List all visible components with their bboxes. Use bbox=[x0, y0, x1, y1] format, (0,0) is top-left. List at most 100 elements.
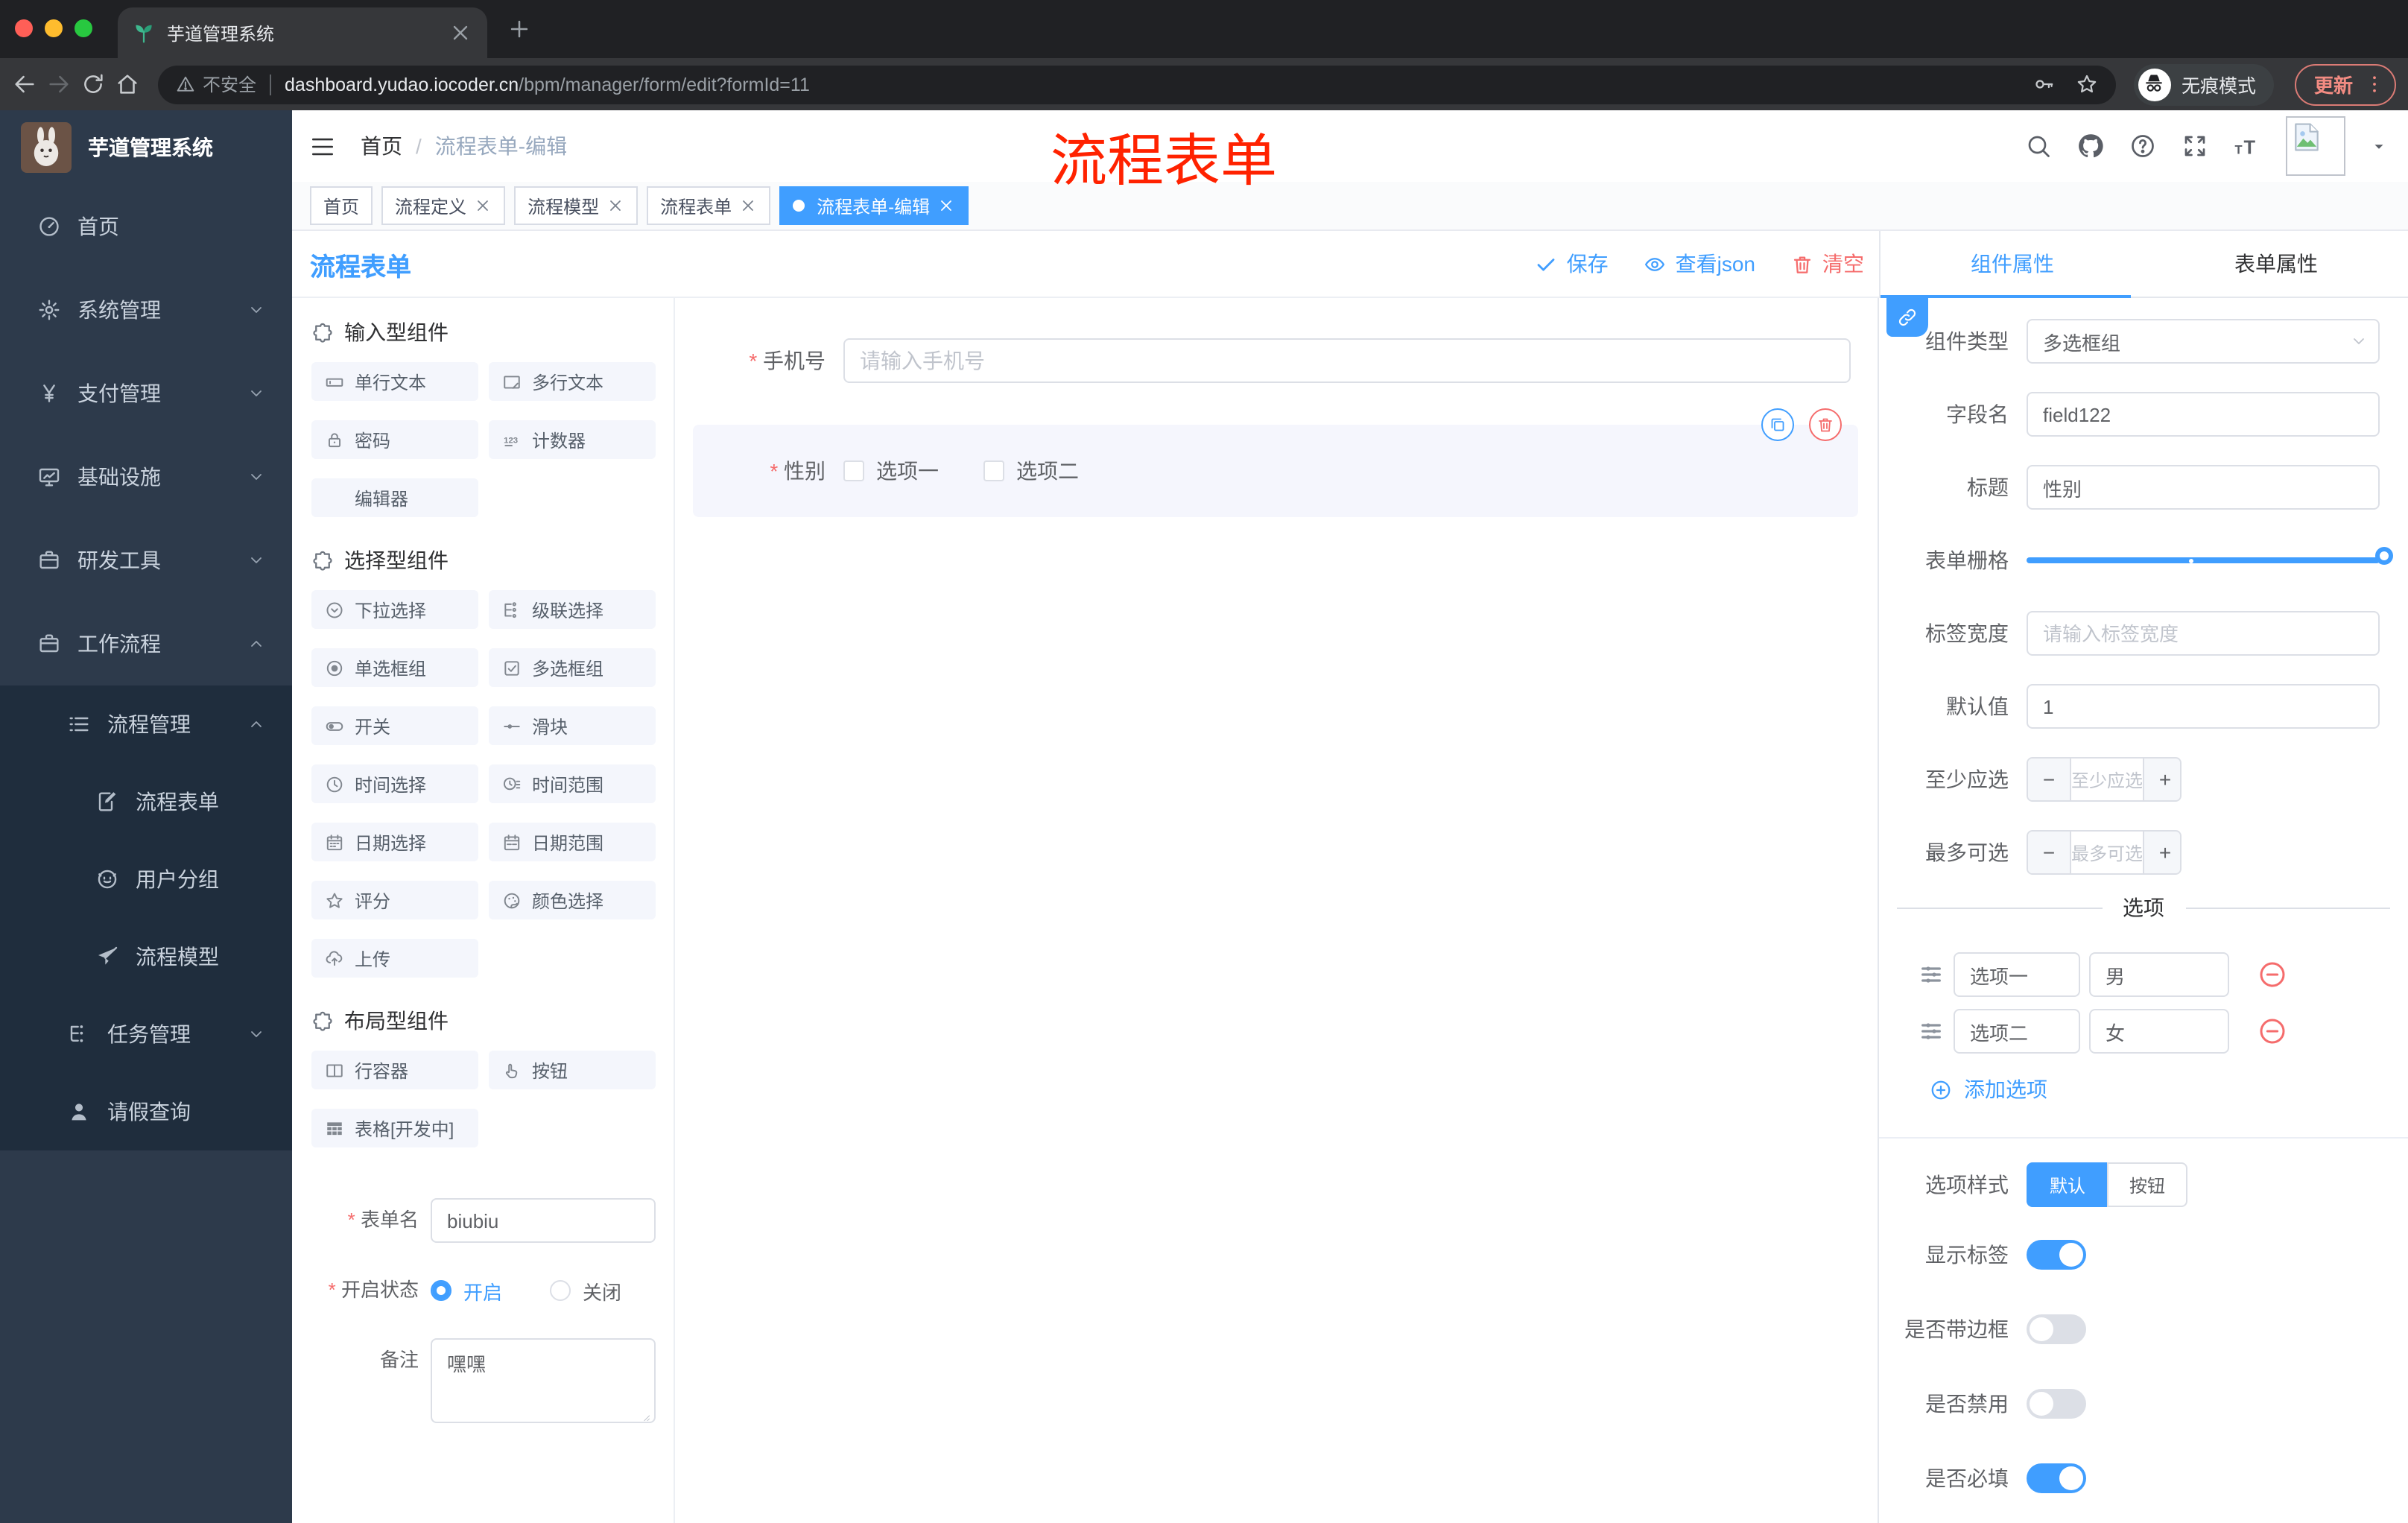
option1-value-input[interactable] bbox=[2089, 952, 2229, 997]
field-name-input[interactable] bbox=[2027, 392, 2380, 437]
component-type-select[interactable] bbox=[2027, 319, 2380, 364]
palette-item[interactable]: 多选框组 bbox=[489, 648, 656, 687]
copy-component-button[interactable] bbox=[1761, 408, 1794, 441]
option1-label-input[interactable] bbox=[1954, 952, 2080, 997]
help-icon[interactable] bbox=[2129, 133, 2156, 159]
fullscreen-icon[interactable] bbox=[2182, 133, 2208, 159]
url-text[interactable]: dashboard.yudao.iocoder.cn/bpm/manager/f… bbox=[285, 74, 2012, 95]
tag-close-icon[interactable] bbox=[739, 197, 757, 215]
remove-option-icon[interactable] bbox=[2258, 960, 2287, 990]
palette-item[interactable]: 下拉选择 bbox=[311, 590, 478, 629]
disabled-switch[interactable] bbox=[2027, 1389, 2086, 1419]
option2-label-input[interactable] bbox=[1954, 1009, 2080, 1054]
view-json-button[interactable]: 查看json bbox=[1644, 249, 1755, 279]
tag-close-icon[interactable] bbox=[606, 197, 624, 215]
search-icon[interactable] bbox=[2025, 133, 2052, 159]
drag-handle-icon[interactable] bbox=[1919, 1019, 1943, 1043]
form-name-input[interactable] bbox=[431, 1198, 656, 1243]
stepper-minus-button[interactable]: − bbox=[2028, 832, 2070, 873]
option2-value-input[interactable] bbox=[2089, 1009, 2229, 1054]
window-controls[interactable] bbox=[15, 19, 92, 37]
tag-process-definition[interactable]: 流程定义 bbox=[381, 186, 506, 225]
back-icon[interactable] bbox=[12, 72, 37, 97]
remove-option-icon[interactable] bbox=[2258, 1016, 2287, 1046]
gender-option1-checkbox[interactable]: 选项一 bbox=[843, 456, 939, 486]
palette-item[interactable]: 密码 bbox=[311, 420, 478, 459]
font-size-icon[interactable]: TT bbox=[2234, 133, 2260, 159]
tab-close-icon[interactable] bbox=[449, 21, 472, 45]
label-width-input[interactable] bbox=[2027, 611, 2380, 656]
sidebar-item-user-group[interactable]: 用户分组 bbox=[0, 840, 292, 918]
form-grid-slider[interactable] bbox=[2027, 538, 2393, 583]
stepper-plus-button[interactable]: + bbox=[2144, 832, 2180, 873]
palette-item[interactable]: 123 计数器 bbox=[489, 420, 656, 459]
palette-item[interactable]: 时间范围 bbox=[489, 764, 656, 803]
palette-item[interactable]: 行容器 bbox=[311, 1051, 478, 1089]
not-secure-label[interactable]: 不安全 bbox=[203, 72, 256, 97]
show-label-switch[interactable] bbox=[2027, 1240, 2086, 1270]
max-checked-placeholder[interactable]: 最多可选 bbox=[2070, 832, 2145, 873]
password-key-icon[interactable] bbox=[2032, 73, 2055, 95]
canvas-field-gender-selected[interactable]: 性别 选项一 选项二 bbox=[693, 408, 1858, 517]
forward-icon[interactable] bbox=[46, 72, 72, 97]
canvas-field-phone[interactable]: 手机号 bbox=[693, 338, 1851, 383]
clear-button[interactable]: 清空 bbox=[1791, 249, 1864, 279]
palette-item[interactable]: 表格[开发中] bbox=[311, 1109, 478, 1147]
sidebar-item-devtools[interactable]: 研发工具 bbox=[0, 519, 292, 602]
palette-item[interactable]: 开关 bbox=[311, 706, 478, 745]
tag-process-model[interactable]: 流程模型 bbox=[514, 186, 639, 225]
palette-item[interactable]: 滑块 bbox=[489, 706, 656, 745]
close-window-button[interactable] bbox=[15, 19, 33, 37]
delete-component-button[interactable] bbox=[1809, 408, 1842, 441]
palette-item[interactable]: 单行文本 bbox=[311, 362, 478, 401]
style-button-button[interactable]: 按钮 bbox=[2107, 1162, 2187, 1207]
breadcrumb-home[interactable]: 首页 bbox=[361, 131, 402, 161]
tag-close-icon[interactable] bbox=[474, 197, 492, 215]
tab-component-props[interactable]: 组件属性 bbox=[1881, 231, 2144, 297]
palette-item[interactable]: 日期范围 bbox=[489, 823, 656, 861]
address-bar[interactable]: 不安全 dashboard.yudao.iocoder.cn/bpm/manag… bbox=[158, 65, 2116, 104]
status-on-radio[interactable]: 开启 bbox=[431, 1276, 502, 1305]
palette-item[interactable]: 时间选择 bbox=[311, 764, 478, 803]
tab-form-props[interactable]: 表单属性 bbox=[2144, 231, 2408, 297]
new-tab-button[interactable] bbox=[507, 16, 532, 42]
palette-item[interactable]: 评分 bbox=[311, 881, 478, 919]
save-button[interactable]: 保存 bbox=[1536, 249, 1609, 279]
tag-close-icon[interactable] bbox=[937, 197, 955, 215]
palette-item[interactable]: 多行文本 bbox=[489, 362, 656, 401]
min-checked-placeholder[interactable]: 至少应选 bbox=[2070, 759, 2145, 800]
reload-icon[interactable] bbox=[80, 72, 106, 97]
sidebar-item-process-model[interactable]: 流程模型 bbox=[0, 918, 292, 995]
palette-item[interactable]: 单选框组 bbox=[311, 648, 478, 687]
tag-home[interactable]: 首页 bbox=[310, 186, 373, 225]
sidebar-item-system[interactable]: 系统管理 bbox=[0, 268, 292, 352]
default-value-input[interactable] bbox=[2027, 684, 2380, 729]
stepper-plus-button[interactable]: + bbox=[2144, 759, 2180, 800]
component-type-value[interactable] bbox=[2027, 319, 2380, 364]
sidebar-item-leave-query[interactable]: 请假查询 bbox=[0, 1073, 292, 1150]
minimize-window-button[interactable] bbox=[45, 19, 63, 37]
slider-handle[interactable] bbox=[2375, 547, 2393, 565]
palette-item[interactable]: 级联选择 bbox=[489, 590, 656, 629]
title-input[interactable] bbox=[2027, 465, 2380, 510]
bookmark-star-icon[interactable] bbox=[2076, 73, 2098, 95]
tag-process-form-edit[interactable]: 流程表单-编辑 bbox=[779, 186, 969, 225]
tag-process-form[interactable]: 流程表单 bbox=[647, 186, 771, 225]
palette-item[interactable]: 按钮 bbox=[489, 1051, 656, 1089]
sidebar-item-task-mgmt[interactable]: 任务管理 bbox=[0, 995, 292, 1073]
status-off-radio[interactable]: 关闭 bbox=[550, 1276, 621, 1305]
sidebar-collapse-icon[interactable] bbox=[310, 133, 335, 159]
palette-item[interactable]: 日期选择 bbox=[311, 823, 478, 861]
sidebar-item-process-form[interactable]: 流程表单 bbox=[0, 763, 292, 840]
home-icon[interactable] bbox=[115, 72, 140, 97]
browser-tab[interactable]: 芋道管理系统 bbox=[118, 7, 487, 58]
avatar-caret-icon[interactable] bbox=[2371, 138, 2387, 154]
phone-input[interactable] bbox=[843, 338, 1851, 383]
palette-item[interactable]: 颜色选择 bbox=[489, 881, 656, 919]
browser-menu-dots-icon[interactable] bbox=[2363, 73, 2386, 95]
field-link-tab[interactable] bbox=[1886, 298, 1928, 337]
resize-handle-icon[interactable] bbox=[636, 1408, 651, 1423]
sidebar-item-infra[interactable]: 基础设施 bbox=[0, 435, 292, 519]
form-remark-textarea[interactable]: 嘿嘿 bbox=[431, 1338, 656, 1423]
palette-item[interactable]: 编辑器 bbox=[311, 478, 478, 517]
